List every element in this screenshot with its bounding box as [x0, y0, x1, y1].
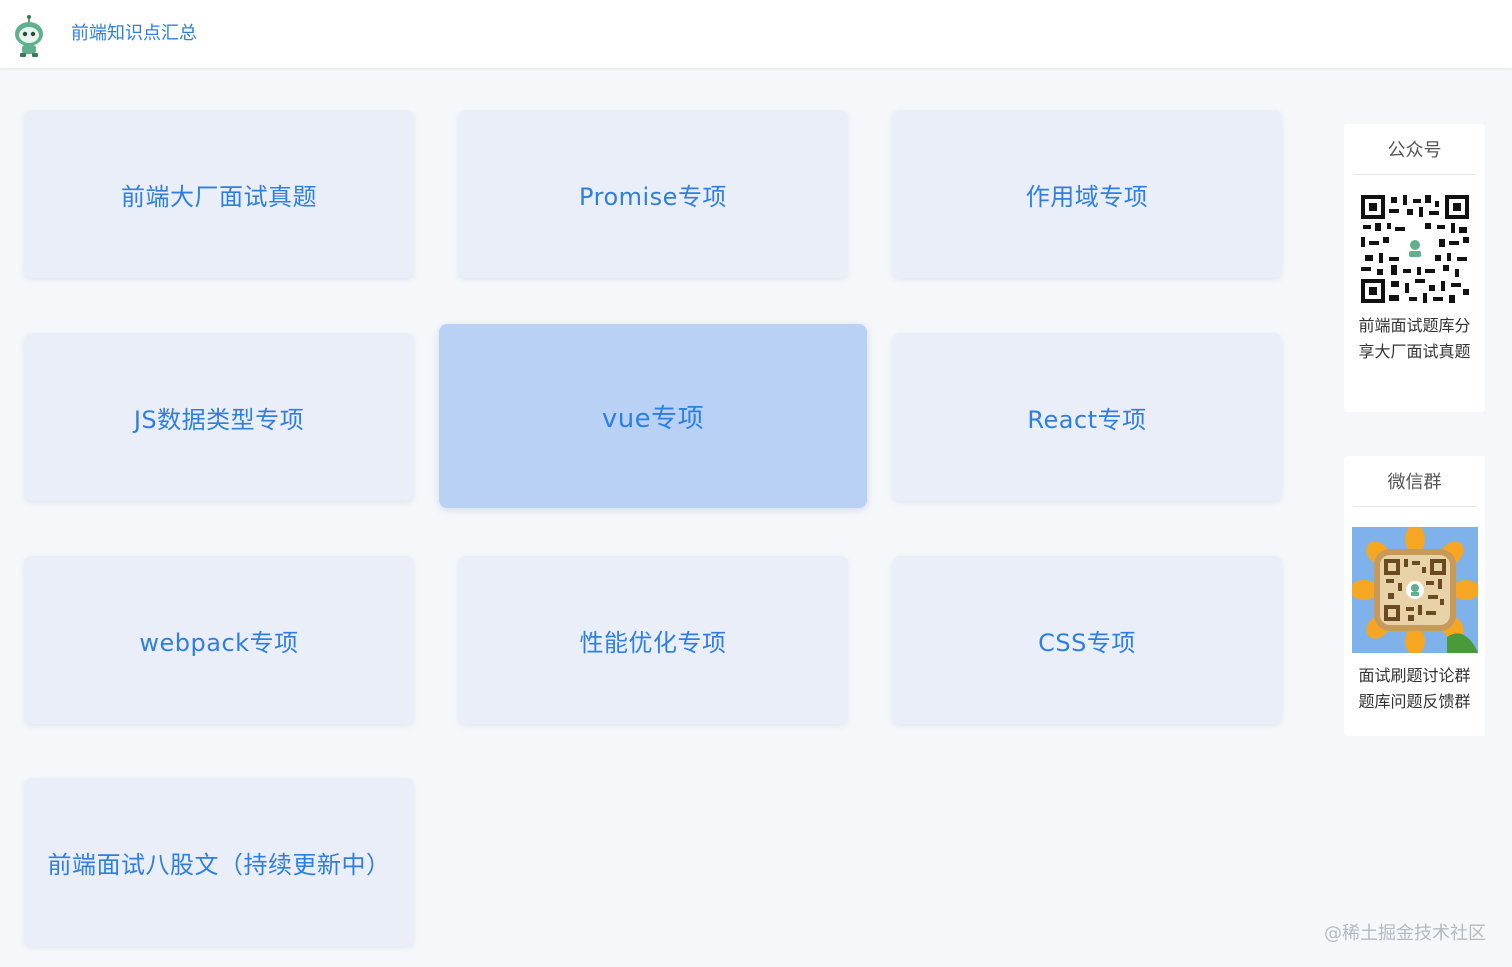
card-label: JS数据类型专项 — [133, 405, 305, 434]
sunflower-qr-code-icon — [1351, 527, 1478, 653]
card-label: 前端大厂面试真题 — [121, 182, 317, 211]
site-title[interactable]: 前端知识点汇总 — [71, 22, 197, 46]
wechat-group-title: 微信群 — [1352, 456, 1477, 507]
card-interview-essentials[interactable]: 前端面试八股文（持续更新中） — [24, 778, 414, 946]
card-webpack[interactable]: webpack专项 — [24, 556, 414, 724]
card-vue[interactable]: vue专项 — [439, 324, 867, 508]
card-label: Promise专项 — [579, 182, 727, 211]
card-label: 作用域专项 — [1025, 182, 1149, 211]
card-scope[interactable]: 作用域专项 — [892, 110, 1282, 278]
qr-code-icon — [1358, 193, 1471, 305]
card-interview-questions[interactable]: 前端大厂面试真题 — [24, 110, 414, 278]
card-label: 前端面试八股文（持续更新中） — [47, 850, 391, 879]
official-account-title: 公众号 — [1352, 124, 1477, 175]
official-account-description: 前端面试题库分享大厂面试真题 — [1358, 316, 1471, 361]
card-label: CSS专项 — [1038, 628, 1136, 657]
robot-mascot-icon[interactable] — [12, 14, 46, 58]
wechat-group-panel: 微信群 面试刷题讨论群 题库问题反馈群 — [1344, 456, 1485, 736]
card-promise[interactable]: Promise专项 — [458, 110, 848, 278]
card-label: vue专项 — [601, 403, 705, 434]
card-label: 性能优化专项 — [579, 628, 727, 657]
top-header: 前端知识点汇总 — [0, 0, 1512, 68]
wechat-group-line2: 题库问题反馈群 — [1358, 692, 1471, 711]
card-label: React专项 — [1027, 405, 1147, 434]
watermark: @稀土掘金技术社区 — [1324, 923, 1486, 944]
wechat-group-line1: 面试刷题讨论群 — [1358, 666, 1471, 685]
card-react[interactable]: React专项 — [892, 333, 1282, 501]
official-account-panel: 公众号 前端面试题库分享大厂面试真题 — [1344, 124, 1485, 412]
card-css[interactable]: CSS专项 — [892, 556, 1282, 724]
card-label: webpack专项 — [139, 628, 299, 657]
card-performance[interactable]: 性能优化专项 — [458, 556, 848, 724]
card-js-data-types[interactable]: JS数据类型专项 — [24, 333, 414, 501]
